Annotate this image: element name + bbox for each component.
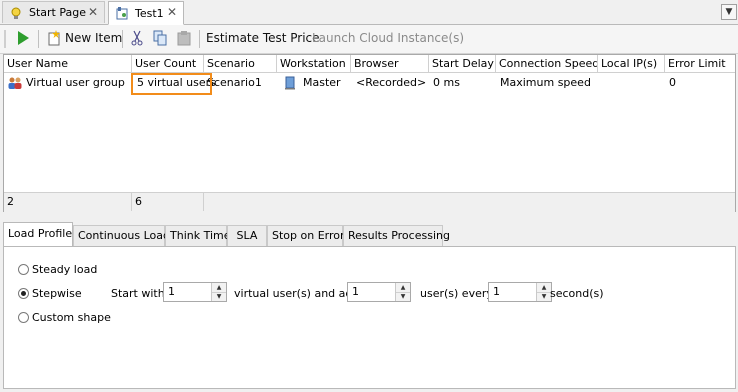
copy-icon — [153, 30, 167, 46]
close-icon[interactable]: ✕ — [167, 6, 177, 18]
start-with-value: 1 — [168, 285, 175, 298]
start-with-stepper[interactable]: 1 ▲ ▼ — [163, 282, 227, 302]
tab-results-processing[interactable]: Results Processing — [343, 225, 450, 246]
launch-cloud-button[interactable]: Launch Cloud Instance(s) — [312, 27, 464, 49]
tab-continuous-load[interactable]: Continuous Load — [73, 225, 170, 246]
toolbar-separator — [122, 30, 123, 48]
test-icon — [116, 7, 128, 20]
cut-button[interactable] — [130, 27, 144, 49]
grid-footer: 2 6 — [4, 192, 735, 212]
steady-load-radio[interactable] — [18, 264, 29, 275]
column-header-workstation[interactable]: Workstation — [277, 55, 351, 73]
new-item-icon — [48, 30, 60, 46]
cell-start-delay[interactable]: 0 ms — [430, 74, 460, 92]
toolbar-separator — [199, 30, 200, 48]
tab-label: Test1 — [135, 6, 164, 20]
user-groups-grid: User Name User Count Scenario Workstatio… — [3, 54, 736, 212]
stepwise-radio[interactable] — [18, 288, 29, 299]
tab-load-profile[interactable]: Load Profile — [3, 222, 73, 247]
custom-shape-label[interactable]: Custom shape — [32, 311, 111, 324]
column-header-connection-speed[interactable]: Connection Speed — [496, 55, 598, 73]
toolbar-separator — [38, 30, 39, 48]
paste-icon — [177, 31, 191, 46]
every-seconds-stepper[interactable]: 1 ▲ ▼ — [488, 282, 552, 302]
column-header-browser[interactable]: Browser — [351, 55, 429, 73]
copy-button[interactable] — [152, 27, 168, 49]
estimate-price-button[interactable]: Estimate Test Price — [206, 27, 320, 49]
add-users-label: virtual user(s) and add — [234, 287, 360, 300]
tab-stop-on-error[interactable]: Stop on Error — [267, 225, 345, 246]
user-group-icon — [8, 77, 22, 89]
add-users-value: 1 — [352, 285, 359, 298]
spin-down-icon[interactable]: ▼ — [396, 292, 410, 301]
workstation-icon — [285, 76, 295, 90]
toolbar-grip — [4, 30, 6, 48]
every-seconds-value: 1 — [493, 285, 500, 298]
column-header-local-ips[interactable]: Local IP(s) — [598, 55, 665, 73]
column-header-error-limit[interactable]: Error Limit — [665, 55, 735, 73]
close-icon[interactable]: ✕ — [88, 6, 98, 18]
stepwise-label[interactable]: Stepwise — [32, 287, 82, 300]
users-every-label: user(s) every — [420, 287, 493, 300]
run-button[interactable] — [16, 27, 30, 49]
cell-browser[interactable]: <Recorded> — [353, 74, 426, 92]
user-count-highlight — [131, 73, 212, 95]
new-item-button[interactable]: New Item — [46, 27, 122, 49]
cell-user-name[interactable]: Virtual user group — [4, 74, 132, 92]
spin-down-icon[interactable]: ▼ — [212, 292, 226, 301]
custom-shape-radio[interactable] — [18, 312, 29, 323]
tab-think-time[interactable]: Think Time — [165, 225, 231, 246]
column-header-start-delay[interactable]: Start Delay — [429, 55, 496, 73]
paste-button[interactable] — [176, 27, 192, 49]
lightbulb-icon — [11, 7, 21, 19]
footer-count: 2 — [4, 193, 132, 211]
document-tab-bar: Start Page ✕ Test1 ✕ ▼ — [0, 0, 738, 25]
cell-connection-speed[interactable]: Maximum speed — [497, 74, 591, 92]
column-header-scenario[interactable]: Scenario — [204, 55, 277, 73]
cell-workstation[interactable]: Master — [280, 74, 341, 92]
cell-scenario[interactable]: Scenario1 — [204, 74, 262, 92]
scissors-icon — [131, 30, 143, 46]
steady-load-label[interactable]: Steady load — [32, 263, 97, 276]
new-item-label: New Item — [65, 31, 123, 45]
play-icon — [18, 31, 29, 45]
tab-test1[interactable]: Test1 ✕ — [108, 1, 184, 25]
add-users-stepper[interactable]: 1 ▲ ▼ — [347, 282, 411, 302]
column-header-user-name[interactable]: User Name — [4, 55, 132, 73]
footer-total-users: 6 — [132, 193, 204, 211]
tab-sla[interactable]: SLA — [227, 225, 267, 246]
column-header-user-count[interactable]: User Count — [132, 55, 204, 73]
toolbar: New Item Estimate Test Price Launch Clou… — [0, 25, 738, 54]
seconds-label: second(s) — [550, 287, 604, 300]
start-with-label: Start with — [111, 287, 165, 300]
load-profile-panel: Steady load Stepwise Custom shape Start … — [3, 246, 736, 389]
cell-local-ips[interactable] — [599, 74, 602, 92]
chevron-down-icon[interactable]: ▼ — [721, 4, 737, 20]
tab-label: Start Page — [29, 6, 86, 19]
tab-start-page[interactable]: Start Page ✕ — [2, 1, 105, 23]
cell-error-limit[interactable]: 0 — [666, 74, 676, 92]
spin-down-icon[interactable]: ▼ — [537, 292, 551, 301]
